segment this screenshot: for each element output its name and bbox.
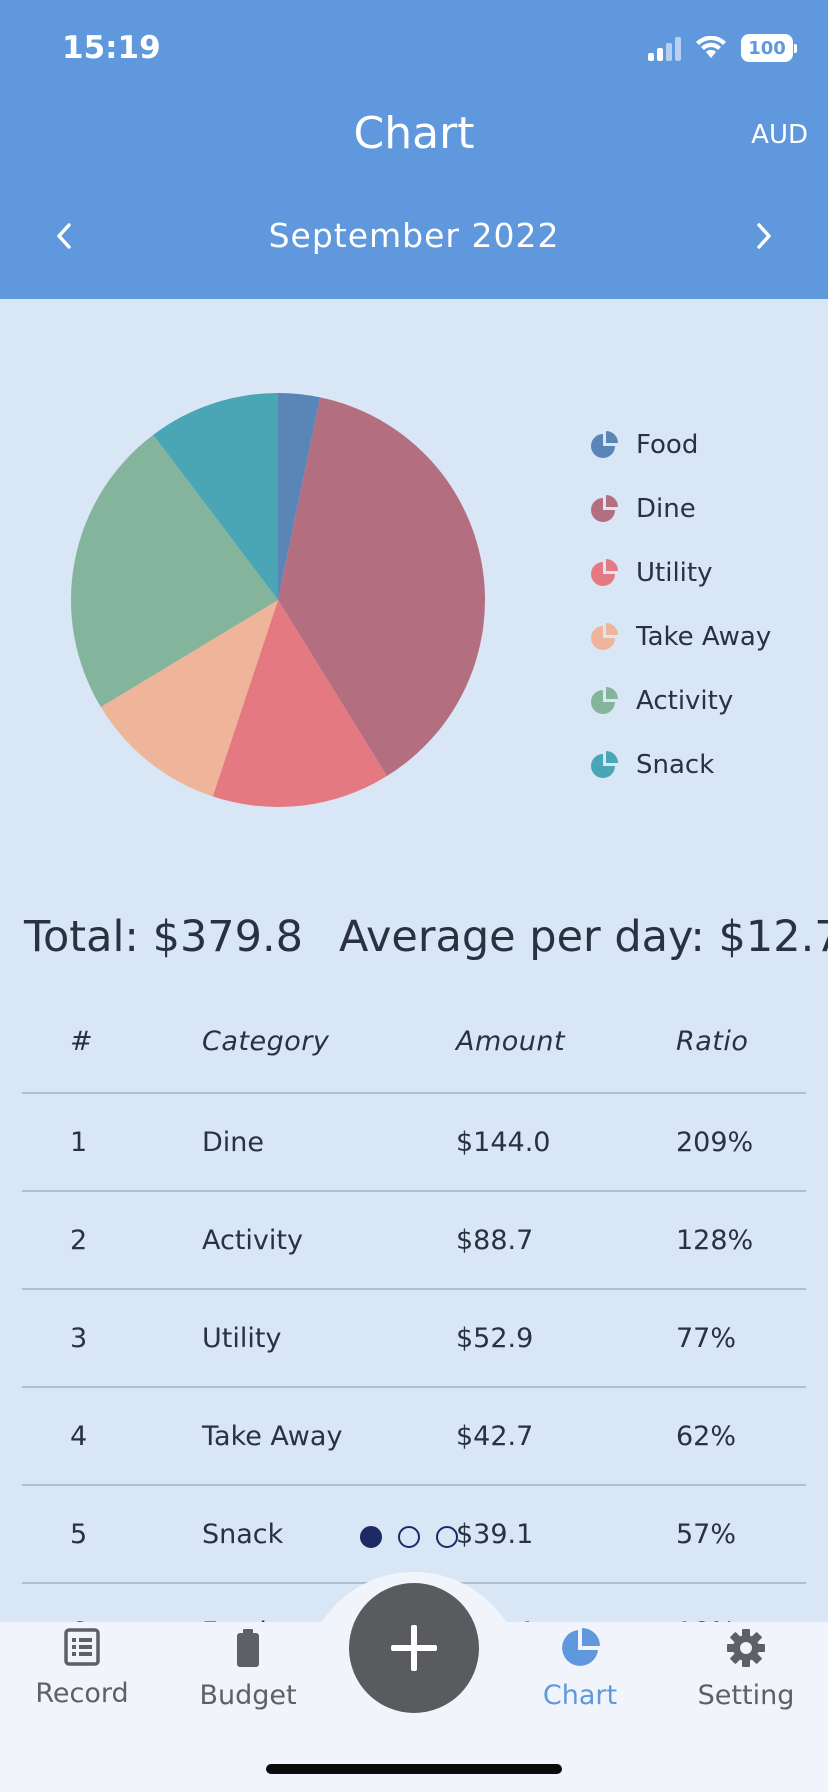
total-amount: Total: $379.8: [24, 912, 304, 962]
legend-label: Utility: [636, 558, 713, 588]
tab-chart[interactable]: Chart: [510, 1628, 650, 1711]
table-row[interactable]: 1 Dine $144.0 209%: [22, 1094, 806, 1192]
chart-legend: Food Dine Utility Take Away Activity Snack: [590, 413, 771, 797]
legend-item-activity[interactable]: Activity: [590, 669, 771, 733]
tab-record[interactable]: Record: [12, 1628, 152, 1709]
pie-chart-icon: [591, 431, 618, 458]
cell-category: Take Away: [202, 1420, 343, 1452]
header-bar: 15:19 100 Chart AUD September 2022: [0, 0, 828, 299]
page-dot[interactable]: [360, 1526, 382, 1548]
home-indicator: [266, 1764, 562, 1774]
pie-chart: [70, 393, 485, 807]
average-per-day: Average per day: $12.7: [339, 912, 828, 962]
legend-item-dine[interactable]: Dine: [590, 477, 771, 541]
plus-icon: [391, 1625, 437, 1671]
cell-index: 1: [70, 1126, 88, 1158]
tab-setting[interactable]: Setting: [676, 1628, 816, 1711]
cell-index: 4: [70, 1420, 88, 1452]
table-row[interactable]: 4 Take Away $42.7 62%: [22, 1388, 806, 1486]
table-header: # Category Amount Ratio: [22, 990, 806, 1094]
cell-category: Dine: [202, 1126, 265, 1158]
cell-amount: $52.9: [456, 1322, 534, 1354]
cell-ratio: 209%: [676, 1126, 754, 1158]
chevron-right-icon: [757, 223, 771, 249]
tab-budget[interactable]: Budget: [178, 1628, 318, 1711]
legend-item-snack[interactable]: Snack: [590, 733, 771, 797]
legend-item-food[interactable]: Food: [590, 413, 771, 477]
tab-record-label: Record: [35, 1678, 129, 1709]
cell-ratio: 62%: [676, 1420, 737, 1452]
pie-chart-icon: [591, 559, 618, 586]
cell-category: Activity: [202, 1224, 303, 1256]
gear-icon: [727, 1629, 765, 1667]
legend-label: Dine: [636, 494, 696, 524]
header-ratio: Ratio: [676, 1025, 749, 1057]
tab-setting-label: Setting: [697, 1680, 795, 1711]
cell-category: Utility: [202, 1322, 282, 1354]
table-row[interactable]: 2 Activity $88.7 128%: [22, 1192, 806, 1290]
pie-chart-icon: [591, 495, 618, 522]
cell-index: 5: [70, 1518, 88, 1550]
page-dot[interactable]: [436, 1526, 458, 1548]
cell-amount: $42.7: [456, 1420, 534, 1452]
summary: Total: $379.8 Average per day: $12.7: [24, 912, 828, 962]
page-dot[interactable]: [398, 1526, 420, 1548]
next-month-button[interactable]: [744, 212, 784, 260]
header-category: Category: [202, 1025, 330, 1057]
header-amount: Amount: [456, 1025, 566, 1057]
list-icon: [64, 1628, 100, 1666]
page-indicator[interactable]: [360, 1526, 458, 1548]
pie-chart-icon: [591, 687, 618, 714]
legend-item-take-away[interactable]: Take Away: [590, 605, 771, 669]
battery-icon: 100: [741, 34, 797, 62]
cell-category: Snack: [202, 1518, 284, 1550]
legend-label: Take Away: [636, 622, 772, 652]
pie-chart-icon: [562, 1628, 600, 1666]
add-record-button[interactable]: [349, 1583, 479, 1713]
currency-button[interactable]: AUD: [751, 120, 808, 150]
legend-label: Snack: [636, 750, 715, 780]
legend-label: Food: [636, 430, 699, 460]
header-index: #: [70, 1025, 94, 1057]
cell-amount: $144.0: [456, 1126, 551, 1158]
signal-icon: [648, 35, 681, 61]
legend-item-utility[interactable]: Utility: [590, 541, 771, 605]
cell-amount: $88.7: [456, 1224, 534, 1256]
pie-chart-icon: [591, 751, 618, 778]
cell-index: 3: [70, 1322, 88, 1354]
pie-chart-icon: [591, 623, 618, 650]
tab-chart-label: Chart: [542, 1680, 618, 1711]
legend-label: Activity: [636, 686, 734, 716]
status-time: 15:19: [62, 30, 161, 66]
cell-index: 2: [70, 1224, 88, 1256]
status-icons: 100: [648, 34, 797, 62]
month-label: September 2022: [268, 216, 560, 255]
wifi-icon: [696, 36, 726, 58]
cell-ratio: 128%: [676, 1224, 754, 1256]
tab-budget-label: Budget: [199, 1680, 297, 1711]
cell-ratio: 57%: [676, 1518, 737, 1550]
battery-icon: [237, 1629, 259, 1667]
cell-ratio: 77%: [676, 1322, 737, 1354]
cell-amount: $39.1: [456, 1518, 534, 1550]
page-title: Chart: [353, 108, 475, 159]
table-row[interactable]: 3 Utility $52.9 77%: [22, 1290, 806, 1388]
